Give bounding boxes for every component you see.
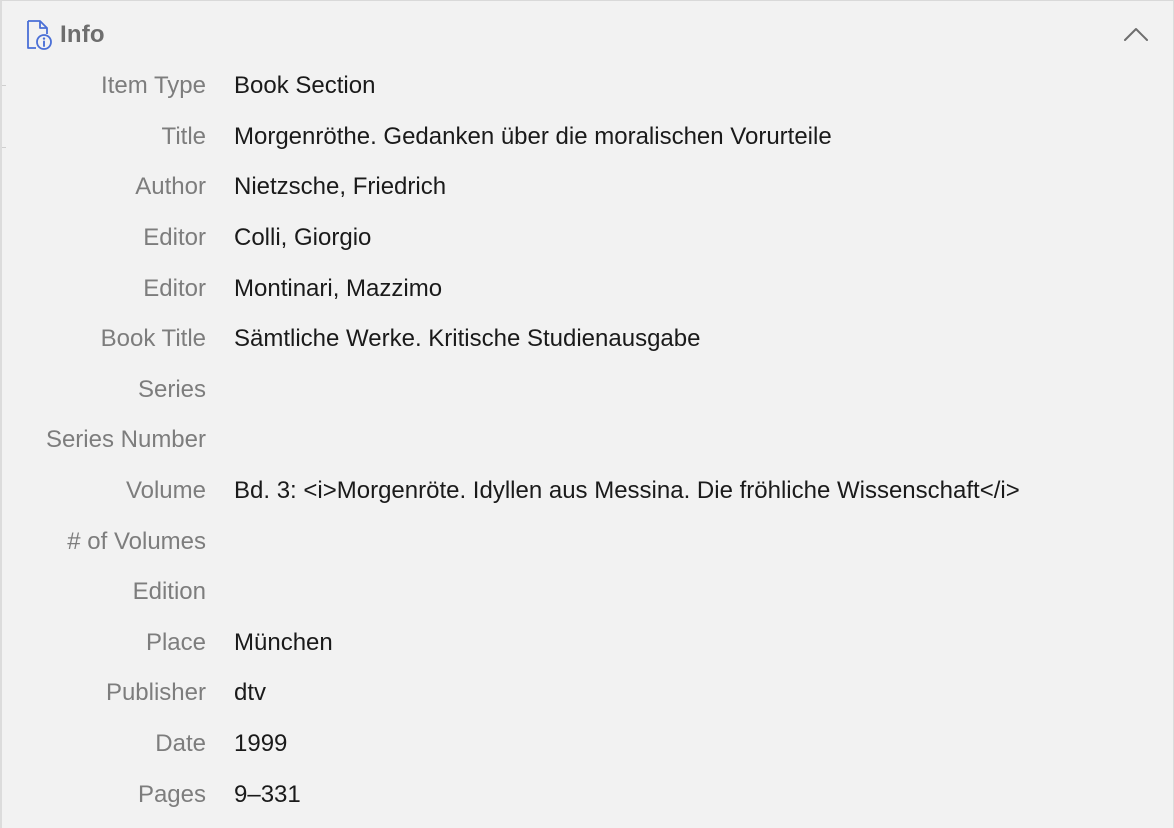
field-list: Item Type Book Section Title Morgenröthe… (2, 61, 1173, 820)
field-value-author[interactable]: Nietzsche, Friedrich (234, 171, 1173, 203)
field-value-edition[interactable] (234, 576, 1173, 608)
field-value-editor[interactable]: Montinari, Mazzimo (234, 273, 1173, 305)
field-row-editor: Editor Colli, Giorgio (2, 213, 1173, 264)
field-label: Item Type (101, 72, 206, 100)
field-value-volume[interactable]: Bd. 3: <i>Morgenröte. Idyllen aus Messin… (234, 475, 1173, 507)
field-value-book-title[interactable]: Sämtliche Werke. Kritische Studienausgab… (234, 323, 1173, 355)
field-label: Volume (125, 477, 206, 505)
collapse-button[interactable] (1121, 19, 1151, 49)
field-label: Editor (143, 224, 206, 252)
field-value-series[interactable] (234, 374, 1173, 406)
field-row-editor: Editor Montinari, Mazzimo (2, 263, 1173, 314)
field-row-date: Date 1999 (2, 719, 1173, 770)
field-label: Edition (132, 578, 206, 606)
field-row-book-title: Book Title Sämtliche Werke. Kritische St… (2, 314, 1173, 365)
field-value-pages[interactable]: 9–331 (234, 779, 1173, 811)
field-value-item-type[interactable]: Book Section (234, 70, 1173, 102)
field-label: Author (135, 173, 206, 201)
field-label: Editor (143, 274, 206, 302)
field-row-author: Author Nietzsche, Friedrich (2, 162, 1173, 213)
field-row-publisher: Publisher dtv (2, 668, 1173, 719)
field-value-num-volumes[interactable] (234, 526, 1173, 558)
field-row-place: Place München (2, 618, 1173, 669)
field-label: Date (155, 730, 206, 758)
field-value-title[interactable]: Morgenröthe. Gedanken über die moralisch… (234, 121, 1173, 153)
field-row-series-number: Series Number (2, 415, 1173, 466)
field-value-date[interactable]: 1999 (234, 728, 1173, 760)
field-row-item-type: Item Type Book Section (2, 61, 1173, 112)
field-row-volume: Volume Bd. 3: <i>Morgenröte. Idyllen aus… (2, 466, 1173, 517)
field-label: Series (137, 375, 206, 403)
chevron-up-icon (1124, 28, 1148, 41)
field-row-title: Title Morgenröthe. Gedanken über die mor… (2, 112, 1173, 163)
field-label: Book Title (100, 325, 206, 353)
field-value-publisher[interactable]: dtv (234, 677, 1173, 709)
field-value-editor[interactable]: Colli, Giorgio (234, 222, 1173, 254)
field-label: Place (145, 628, 206, 656)
field-label: Pages (137, 780, 206, 808)
field-label: # of Volumes (67, 527, 206, 555)
field-row-edition: Edition (2, 567, 1173, 618)
field-label: Series Number (45, 426, 206, 454)
field-label: Title (161, 122, 206, 150)
field-row-num-volumes: # of Volumes (2, 516, 1173, 567)
field-value-place[interactable]: München (234, 627, 1173, 659)
document-info-icon (24, 18, 54, 52)
field-value-series-number[interactable] (234, 424, 1173, 456)
field-row-series: Series (2, 365, 1173, 416)
field-row-pages: Pages 9–331 (2, 769, 1173, 820)
info-section-header[interactable]: Info (24, 17, 1173, 53)
field-label: Publisher (105, 679, 206, 707)
info-pane: Info Item Type Book Section Title Morgen… (0, 0, 1174, 828)
section-title: Info (60, 21, 105, 48)
